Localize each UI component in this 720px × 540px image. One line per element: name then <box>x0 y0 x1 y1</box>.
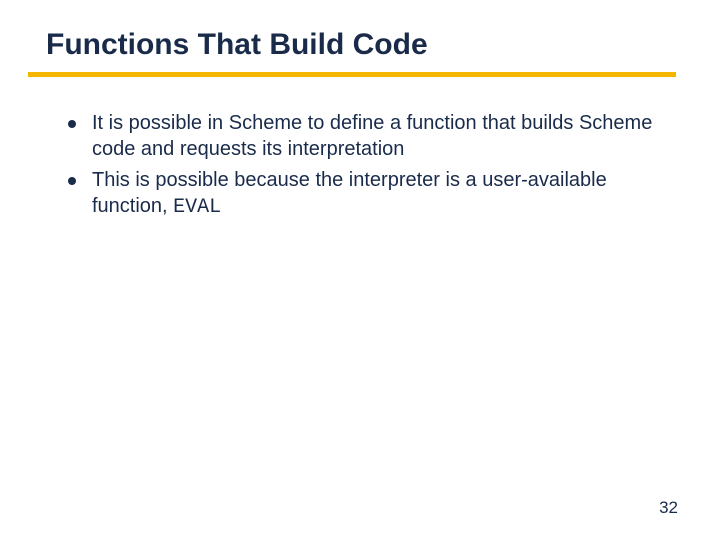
slide: Functions That Build Code It is possible… <box>0 0 720 540</box>
slide-content: It is possible in Scheme to define a fun… <box>36 111 684 220</box>
page-number: 32 <box>659 498 678 518</box>
bullet-text: This is possible because the interpreter… <box>92 169 607 217</box>
bullet-text: It is possible in Scheme to define a fun… <box>92 112 652 160</box>
code-token: EVAL <box>173 196 221 219</box>
slide-title: Functions That Build Code <box>36 28 684 62</box>
title-divider <box>28 72 676 77</box>
list-item: This is possible because the interpreter… <box>66 168 654 220</box>
list-item: It is possible in Scheme to define a fun… <box>66 111 654 162</box>
bullet-list: It is possible in Scheme to define a fun… <box>66 111 654 220</box>
